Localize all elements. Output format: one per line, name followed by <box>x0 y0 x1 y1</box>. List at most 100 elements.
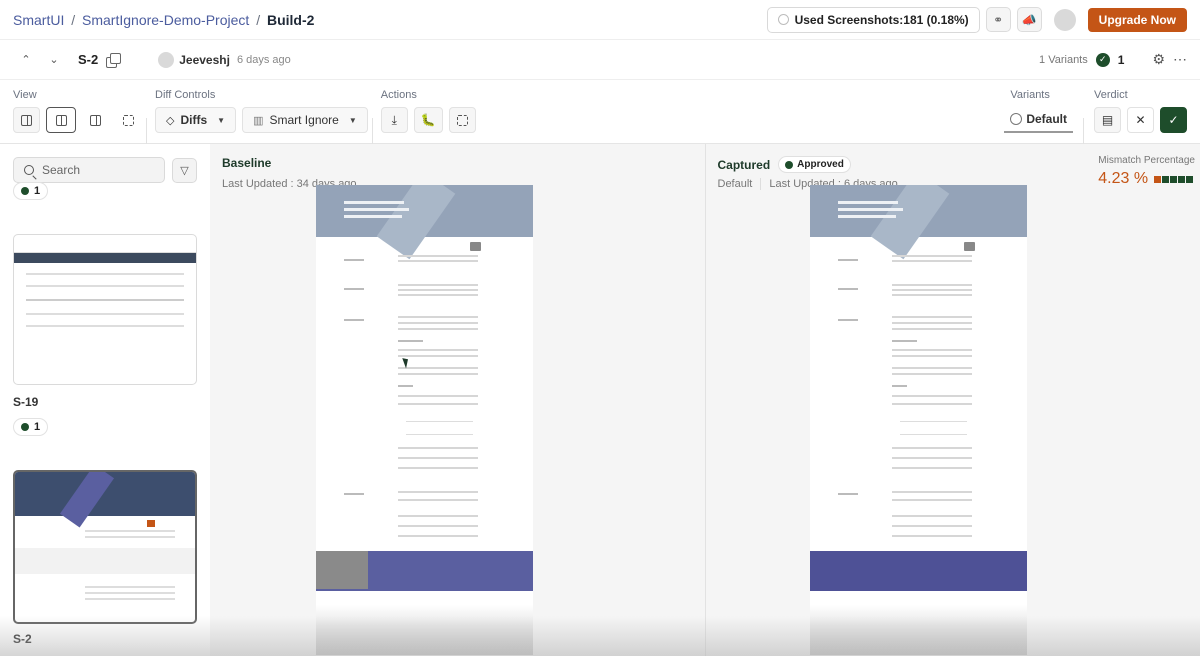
breadcrumb-project[interactable]: SmartIgnore-Demo-Project <box>82 12 249 28</box>
divider <box>760 178 762 190</box>
count-text: 1 <box>34 421 41 433</box>
thumb-banner <box>14 253 196 263</box>
select-region-button[interactable] <box>448 107 476 133</box>
baseline-image[interactable] <box>316 185 533 655</box>
panel-single-icon <box>21 114 32 126</box>
top-bar: SmartUI / SmartIgnore-Demo-Project / Bui… <box>0 0 1200 40</box>
search-placeholder: Search <box>42 163 81 177</box>
report-bug-button[interactable]: 🐛 <box>413 107 443 133</box>
globe-icon <box>1010 113 1023 125</box>
screenshot-thumb-s19[interactable] <box>13 234 197 385</box>
status-count-pill: 1 <box>13 418 49 436</box>
panel-right-icon <box>123 114 134 126</box>
breadcrumb-separator: / <box>256 11 261 28</box>
breadcrumb: SmartUI / SmartIgnore-Demo-Project / Bui… <box>13 12 314 28</box>
approve-button[interactable]: ✓ <box>1160 107 1187 133</box>
reject-button[interactable]: ✕ <box>1127 107 1154 133</box>
author-name: Jeeveshj <box>179 52 230 67</box>
divider <box>371 118 373 144</box>
filter-button[interactable]: ▽ <box>172 157 197 183</box>
panel-split-icon <box>55 114 67 126</box>
view-single-button[interactable] <box>13 107 40 133</box>
screenshot-header: ⌃ ⌄ S-2 Jeeveshj 6 days ago 1 Variants ✓… <box>0 40 1200 80</box>
copy-icon[interactable] <box>106 52 122 68</box>
author-time: 6 days ago <box>236 53 291 66</box>
breadcrumb-separator: / <box>71 11 76 28</box>
caret-down-icon: ▼ <box>348 115 357 125</box>
approved-dot <box>21 187 29 195</box>
count-text: 1 <box>34 185 41 197</box>
smart-ignore-dropdown[interactable]: ▥ Smart Ignore ▼ <box>242 107 368 133</box>
view-side-by-side-button[interactable] <box>46 107 76 133</box>
divider <box>146 118 147 144</box>
thumb-line <box>26 325 184 327</box>
bug-icon: 🐛 <box>420 113 436 127</box>
mismatch-segment <box>1162 175 1170 183</box>
chevron-down-icon[interactable]: ⌄ <box>46 53 62 66</box>
divider <box>1083 118 1084 144</box>
thumb-band <box>15 548 195 574</box>
screenshot-name: S-19 <box>13 395 39 409</box>
thumb-hero <box>15 472 195 528</box>
filter-icon: ▽ <box>180 164 189 177</box>
thumb-line <box>26 313 184 315</box>
link-icon: ⚭ <box>993 12 1004 27</box>
used-screenshots-badge[interactable]: Used Screenshots:181 (0.18%) <box>766 6 980 33</box>
announcements-button[interactable]: 📣 <box>1016 7 1042 32</box>
page-footer <box>809 605 1027 655</box>
upgrade-now-button[interactable]: Upgrade Now <box>1087 7 1187 32</box>
captured-image[interactable] <box>809 185 1027 655</box>
panel-left-icon <box>90 114 101 126</box>
screenshot-list: Search ▽ 1 S-19 1 S-2 <box>0 144 210 656</box>
view-captured-button[interactable] <box>115 107 142 133</box>
screenshot-thumb-s2[interactable] <box>13 470 197 624</box>
diffs-label: Diffs <box>180 113 208 127</box>
copy-link-button[interactable]: ⚭ <box>985 7 1011 32</box>
status-count-pill: 1 <box>13 182 49 200</box>
approved-dot <box>785 160 794 169</box>
variants-label: Variants <box>1010 89 1050 101</box>
usage-ring-icon <box>777 14 789 25</box>
mismatch-label: Mismatch Percentage <box>1098 155 1195 166</box>
chevron-up-icon[interactable]: ⌃ <box>18 53 34 66</box>
captured-title: Captured Approved <box>718 156 851 173</box>
gear-icon[interactable]: ⚙ <box>1152 51 1165 68</box>
page-logo <box>963 242 975 251</box>
page-logo <box>470 242 481 251</box>
search-icon <box>24 165 34 175</box>
captured-variant: Default <box>717 178 753 190</box>
mismatch-segment <box>1186 175 1194 183</box>
screenshot-name: S-2 <box>13 632 32 646</box>
region-icon <box>456 114 468 126</box>
breadcrumb-smartui[interactable]: SmartUI <box>13 12 64 28</box>
approved-count: 1 <box>1117 52 1125 67</box>
mismatch-value: 4.23 % <box>1098 170 1149 187</box>
actions-group: Actions ⤓ 🐛 <box>380 80 476 143</box>
breadcrumb-build: Build-2 <box>266 11 315 28</box>
more-options-icon[interactable]: ⋯ <box>1173 51 1187 68</box>
download-icon: ⤓ <box>391 112 397 127</box>
mismatch-segment <box>1154 175 1162 183</box>
page-cta-band <box>316 551 533 591</box>
download-button[interactable]: ⤓ <box>380 107 408 133</box>
user-avatar[interactable] <box>1053 8 1076 31</box>
variant-default-label: Default <box>1026 112 1067 126</box>
variant-default-tab[interactable]: Default <box>1004 107 1073 133</box>
check-icon: ✓ <box>1168 113 1179 127</box>
author: Jeeveshj 6 days ago <box>158 51 291 68</box>
view-baseline-button[interactable] <box>82 107 109 133</box>
approved-dot <box>21 423 29 431</box>
diff-controls-label: Diff Controls <box>155 89 216 101</box>
mismatch-percentage: Mismatch Percentage 4.23 % <box>1098 155 1195 188</box>
variants-count: 1 Variants <box>1039 53 1088 66</box>
captured-pane: Captured Approved Default Last Updated :… <box>706 144 1200 656</box>
page-hero <box>809 185 1027 260</box>
search-input[interactable]: Search <box>13 157 165 183</box>
diffs-dropdown[interactable]: ◇ Diffs ▼ <box>155 107 237 133</box>
check-circle-icon: ✓ <box>1095 52 1110 67</box>
diff-controls-group: Diff Controls ◇ Diffs ▼ ▥ Smart Ignore ▼ <box>155 80 368 143</box>
image-sparkle-icon: ▤ <box>1101 113 1114 127</box>
page-hero <box>316 185 533 260</box>
approved-badge: Approved <box>778 156 851 173</box>
update-baseline-button[interactable]: ▤ <box>1094 107 1121 133</box>
